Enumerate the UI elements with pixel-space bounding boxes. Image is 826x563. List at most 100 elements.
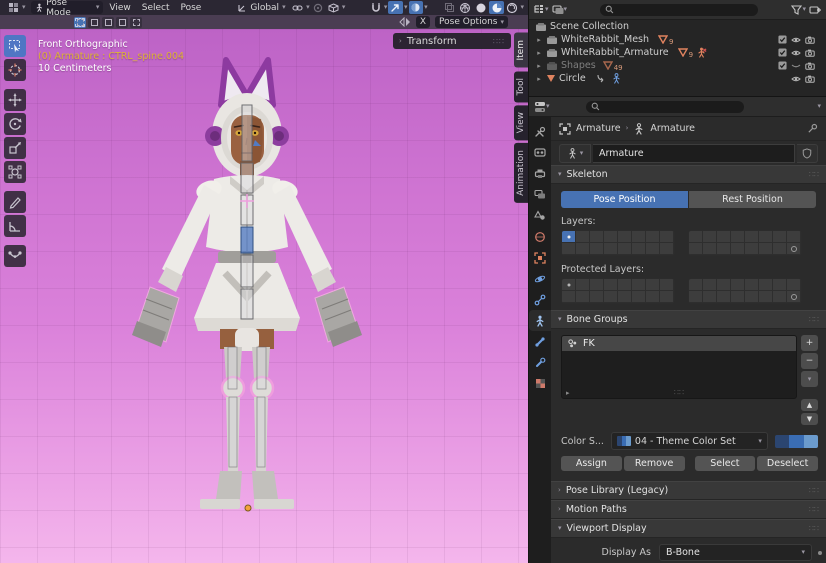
layer-cell[interactable] [745,279,759,291]
breadcrumb-data-name[interactable]: Armature [650,123,695,134]
disclosure-icon[interactable]: ▸ [535,62,543,70]
id-name-field[interactable]: Armature [593,144,795,163]
tab-scene-properties[interactable] [529,205,551,226]
panel-drag-grip[interactable]: ∷∷ [809,505,819,514]
layer-cell[interactable] [773,231,787,243]
tab-item[interactable]: Item [514,33,528,68]
layer-cell[interactable] [703,279,717,291]
layer-cell[interactable] [773,291,787,303]
editor-type-button[interactable]: ▾ [4,1,30,14]
character-whiterabbit[interactable] [0,29,528,563]
layer-cell[interactable] [562,243,576,255]
layer-cell[interactable] [717,231,731,243]
id-type-dropdown[interactable]: ▾ [559,144,591,163]
overlays-button[interactable] [409,1,424,14]
shading-rendered-button[interactable] [505,1,520,14]
breadcrumb-object-name[interactable]: Armature [576,123,621,134]
snap-toggle-button[interactable] [368,1,383,14]
layer-cell[interactable] [703,291,717,303]
layer-cell[interactable] [689,243,703,255]
layer-cell[interactable] [787,279,801,291]
layer-cell[interactable] [660,279,674,291]
layer-cell[interactable] [717,243,731,255]
tab-object-properties[interactable] [529,247,551,268]
properties-options-button[interactable]: ▾ [817,103,821,110]
layer-cell[interactable] [660,243,674,255]
select-mode-invert-button[interactable] [116,17,128,28]
move-group-up-button[interactable]: ▲ [801,399,818,411]
panel-drag-grip[interactable]: ∷∷ [493,37,505,46]
layer-cell[interactable] [787,231,801,243]
xray-toggle-button[interactable] [443,1,458,14]
new-collection-button[interactable] [809,4,822,15]
select-button[interactable]: Select [695,456,756,471]
list-resize-grip[interactable]: ∷∷ [674,388,684,397]
layers-grid-left[interactable] [561,230,675,256]
layer-cell[interactable] [590,279,604,291]
tab-world-properties[interactable] [529,226,551,247]
color-selected[interactable] [789,435,803,448]
tab-object-data-properties[interactable] [529,310,551,331]
outliner-row-whiterabbit-mesh[interactable]: ▸ WhiteRabbit_Mesh 9 [529,33,826,46]
snap-target-button[interactable] [291,1,306,14]
cursor-tool-button[interactable] [4,59,26,81]
tab-bone-constraint-properties[interactable] [529,352,551,373]
select-mode-subtract-button[interactable] [102,17,114,28]
hide-eye-icon[interactable] [791,36,801,44]
proportional-editing-button[interactable] [311,1,326,14]
hide-eye-icon[interactable] [791,49,801,57]
shading-material-button[interactable] [489,1,504,14]
hide-eye-closed-icon[interactable] [791,62,801,70]
disable-render-camera-icon[interactable] [805,75,815,83]
layer-cell[interactable] [745,291,759,303]
layer-cell[interactable] [618,231,632,243]
protected-grid-right[interactable] [688,278,802,304]
tab-texture-properties[interactable] [529,373,551,394]
layer-cell[interactable] [576,243,590,255]
layer-cell[interactable] [717,279,731,291]
snap-with-button[interactable] [388,1,403,14]
bone-groups-list[interactable]: FK ▸ ∷∷ [561,335,797,399]
viewport-canvas[interactable]: Front Orthographic (0) Armature : CTRL_s… [0,29,528,563]
outliner-row-whiterabbit-armature[interactable]: ▸ WhiteRabbit_Armature 9 [529,46,826,59]
display-as-dropdown[interactable]: B-Bone ▾ [659,544,812,561]
tab-physics-properties[interactable] [529,268,551,289]
layer-cell[interactable] [576,231,590,243]
protected-grid-left[interactable] [561,278,675,304]
layer-cell[interactable] [562,231,576,243]
layer-cell[interactable] [604,279,618,291]
exclude-checkbox[interactable] [778,35,787,44]
disable-render-camera-icon[interactable] [805,62,815,70]
fake-user-button[interactable] [797,144,818,163]
pose-position-button[interactable]: Pose Position [561,191,688,208]
layer-cell[interactable] [646,291,660,303]
pose-library-panel-header[interactable]: › Pose Library (Legacy) ∷∷ [551,481,826,500]
exclude-checkbox[interactable] [778,48,787,57]
layer-cell[interactable] [618,279,632,291]
remove-bone-group-button[interactable]: − [801,353,818,369]
pin-id-button[interactable] [807,123,818,134]
mode-selector[interactable]: Pose Mode ▾ [31,1,104,14]
pose-options-dropdown[interactable]: Pose Options ▾ [435,16,508,28]
select-mode-intersect-button[interactable] [130,17,142,28]
color-set-dropdown[interactable]: 04 - Theme Color Set ▾ [611,432,768,450]
layer-cell[interactable] [787,243,801,255]
panel-drag-grip[interactable]: ∷∷ [809,315,819,324]
layer-cell[interactable] [731,231,745,243]
layer-cell[interactable] [773,279,787,291]
layer-cell[interactable] [759,279,773,291]
menu-select[interactable]: Select [137,3,175,13]
disclosure-icon[interactable]: ▸ [535,75,543,83]
remove-button[interactable]: Remove [624,456,685,471]
outliner-filter-button[interactable]: ▾ [791,5,806,15]
list-filter-toggle[interactable]: ▸ [566,389,570,397]
layer-cell[interactable] [745,243,759,255]
layer-cell[interactable] [604,291,618,303]
panel-drag-grip[interactable]: ∷∷ [809,170,819,179]
layer-cell[interactable] [632,291,646,303]
shading-solid-button[interactable] [474,1,489,14]
layer-cell[interactable] [632,243,646,255]
panel-drag-grip[interactable]: ∷∷ [809,524,819,533]
layer-cell[interactable] [689,291,703,303]
layer-cell[interactable] [604,231,618,243]
